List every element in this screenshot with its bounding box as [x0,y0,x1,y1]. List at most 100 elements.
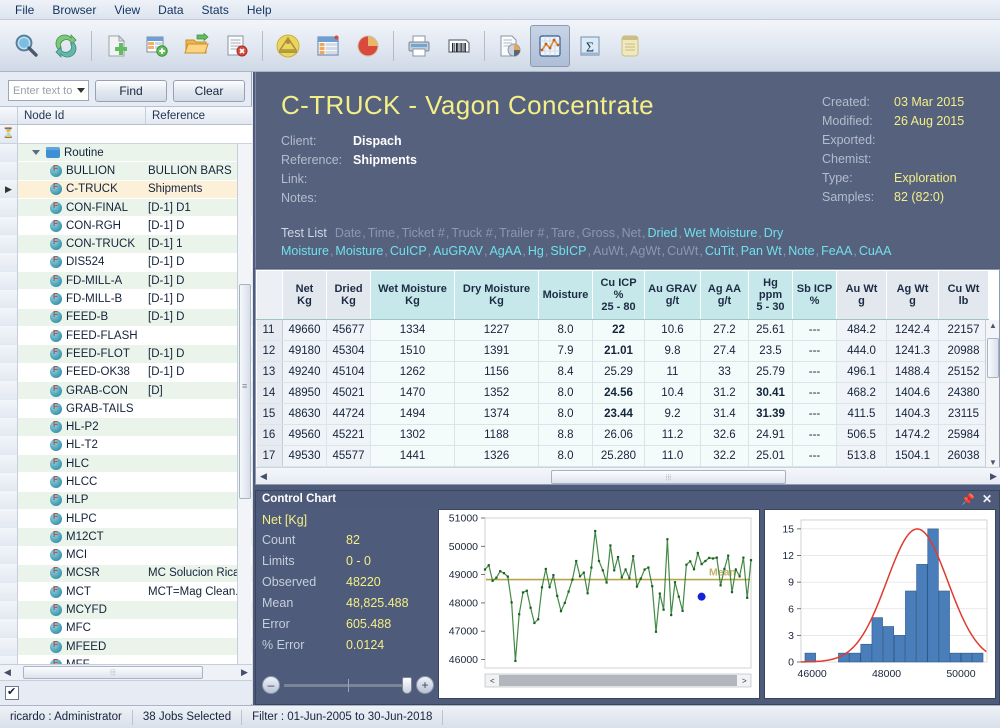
tree-node-id[interactable]: MCI [18,549,148,561]
spreadsheet-icon[interactable] [308,25,348,67]
test-list-item[interactable]: AuWt [593,244,624,258]
control-chart-icon[interactable] [530,25,570,67]
test-list-item[interactable]: AgWt [630,244,661,258]
chart-zoom-slider[interactable]: – + [262,674,434,696]
tree-node-row[interactable]: MCI [0,547,252,565]
tree-node-id[interactable]: GRAB-TAILS [18,403,148,415]
tree-node-id[interactable]: GRAB-CON [18,385,148,397]
pin-icon[interactable]: 📌 [961,492,975,508]
tree-hscroll-track[interactable]: ⦙⦙⦙ [15,666,237,680]
delete-document-icon[interactable] [217,25,257,67]
close-icon[interactable]: ✕ [982,491,992,507]
test-list-item[interactable]: CuWt [667,244,698,258]
selected-data-point[interactable] [698,593,706,601]
tree-node-row[interactable]: DIS524[D-1] D [0,254,252,272]
test-list-item[interactable]: Time [368,226,395,240]
table-row[interactable]: 174953045577144113268.025.28011.032.225.… [257,446,989,467]
column-header[interactable]: Au Wtg [837,271,887,320]
tree-node-id[interactable]: CON-TRUCK [18,238,148,250]
tree-filter-row[interactable]: ⏳ [0,125,252,144]
test-list-item[interactable]: FeAA [821,244,852,258]
test-list-item[interactable]: Dried [648,226,678,240]
chevron-down-icon[interactable] [77,88,85,93]
tree-node-row[interactable]: M12CT [0,528,252,546]
tree-node-id[interactable]: DIS524 [18,256,148,268]
tree-node-id[interactable]: FEED-FLOT [18,348,148,360]
barcode-icon[interactable] [439,25,479,67]
tree-horizontal-scrollbar[interactable]: ◀ ⦙⦙⦙ ▶ [0,664,252,680]
test-list-item[interactable]: Hg [528,244,544,258]
tree-node-id[interactable]: FEED-FLASH [18,330,148,342]
menu-item-file[interactable]: File [6,1,43,19]
tree-node-row[interactable]: HLPC [0,510,252,528]
table-row[interactable]: 134924045104126211568.425.29113325.79---… [257,362,989,383]
tree-node-row[interactable]: HLC [0,455,252,473]
test-list-item[interactable]: Wet Moisture [684,226,757,240]
table-row[interactable]: 164956045221130211888.826.0611.232.624.9… [257,425,989,446]
select-all-checkbox[interactable] [5,686,19,700]
test-list-item[interactable]: AuGRAV [433,244,483,258]
table-row[interactable]: 144895045021147013528.024.5610.431.230.4… [257,383,989,404]
sigma-icon[interactable]: Σ [570,25,610,67]
tree-node-row[interactable]: FEED-FLOT[D-1] D [0,345,252,363]
tree-node-row[interactable]: GRAB-TAILS [0,400,252,418]
tree-root-label[interactable]: Routine [18,147,148,159]
tree-node-id[interactable]: CON-RGH [18,220,148,232]
tree-node-row[interactable]: CON-RGH[D-1] D [0,217,252,235]
test-list-item[interactable]: Pan Wt [741,244,782,258]
column-header[interactable]: Ag AAg/t [701,271,749,320]
tree-node-id[interactable]: HLPC [18,513,148,525]
tree-node-row[interactable]: FEED-OK38[D-1] D [0,364,252,382]
tree-node-row[interactable]: FD-MILL-B[D-1] D [0,290,252,308]
column-header[interactable] [257,271,283,320]
tree-node-row[interactable]: MFF [0,656,252,664]
test-list-item[interactable]: Truck # [451,226,492,240]
test-list-item[interactable]: CuTit [705,244,734,258]
test-list-item[interactable]: Trailer # [499,226,544,240]
column-header[interactable]: Ag Wtg [887,271,939,320]
tree-node-row[interactable]: MFC [0,620,252,638]
test-list-item[interactable]: Net [622,226,641,240]
refresh-icon[interactable] [46,25,86,67]
grid-hscroll-track[interactable]: ⦙⦙⦙ [271,469,986,483]
column-header[interactable]: NetKg [283,271,327,320]
tree-root-row[interactable]: Routine [0,144,252,162]
tree-horizontal-scroll-thumb[interactable]: ⦙⦙⦙ [23,666,203,679]
test-list-item[interactable]: Ticket # [402,226,445,240]
table-row[interactable]: 114966045677133412278.02210.627.225.61--… [257,320,989,341]
tree-node-row[interactable]: GRAB-CON[D] [0,382,252,400]
notes-icon[interactable] [610,25,650,67]
tree-node-row[interactable]: CON-FINAL[D-1] D1 [0,199,252,217]
search-icon[interactable] [6,25,46,67]
scroll-down-arrow-icon[interactable]: ▼ [989,458,997,467]
expand-triangle-icon[interactable] [32,150,40,155]
column-header[interactable]: DriedKg [327,271,371,320]
test-list-item[interactable]: Date [335,226,361,240]
table-row[interactable]: 124918045304151013917.921.019.827.423.5-… [257,341,989,362]
tree-node-row[interactable]: BULLIONBULLION BARS [0,162,252,180]
tree-node-id[interactable]: MFEED [18,641,148,653]
test-list-item[interactable]: SbICP [550,244,586,258]
tree-node-id[interactable]: C-TRUCK [18,183,148,195]
zoom-in-icon[interactable]: + [416,676,434,694]
tree-node-id[interactable]: HL-P2 [18,421,148,433]
scroll-up-arrow-icon[interactable]: ▲ [989,321,997,330]
tree-node-id[interactable]: MCYFD [18,604,148,616]
table-row[interactable]: 154863044724149413748.023.449.231.431.39… [257,404,989,425]
tree-node-row[interactable]: ▶C-TRUCKShipments [0,181,252,199]
tree-node-row[interactable]: FEED-FLASH [0,327,252,345]
tree-node-id[interactable]: HLC [18,458,148,470]
column-header[interactable]: Wet MoistureKg [371,271,455,320]
menu-item-browser[interactable]: Browser [43,1,105,19]
zoom-out-icon[interactable]: – [262,676,280,694]
grid-horizontal-scroll-thumb[interactable]: ⦙⦙⦙ [551,470,786,484]
search-input[interactable]: Enter text to [8,80,89,101]
test-list-item[interactable]: CuAA [859,244,892,258]
grid-scroll-right-arrow-icon[interactable]: ▶ [986,471,1000,482]
test-list-item[interactable]: Gross [582,226,615,240]
chart-scroll-left-arrow-icon[interactable]: < [490,677,495,686]
tree-node-row[interactable]: MCTMCT=Mag Clean.. [0,583,252,601]
scroll-right-arrow-icon[interactable]: ▶ [237,667,252,678]
tree-node-id[interactable]: FEED-B [18,311,148,323]
net-kg-histogram[interactable]: 03691215460004800050000 [764,509,996,699]
